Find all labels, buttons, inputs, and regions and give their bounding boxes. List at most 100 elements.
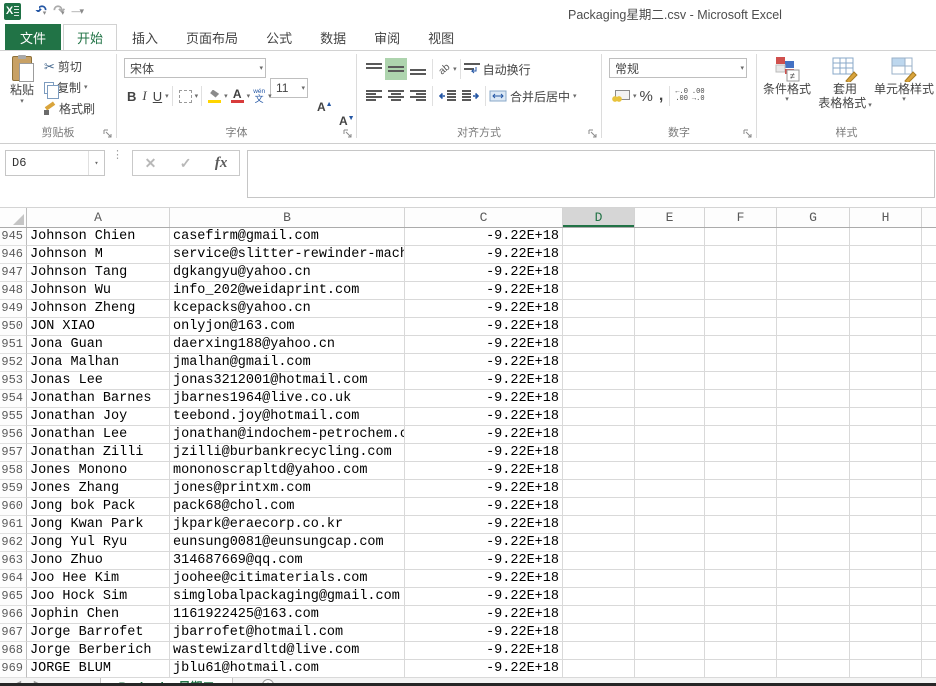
cell-H963[interactable] xyxy=(850,552,922,570)
decrease-decimal-button[interactable]: .00→.0 xyxy=(690,89,707,104)
cell-B959[interactable]: jones@printxm.com xyxy=(170,480,405,498)
cell-D962[interactable] xyxy=(563,534,635,552)
cell-E957[interactable] xyxy=(635,444,705,462)
merge-center-button[interactable]: 合并后居中 ▾ xyxy=(489,86,577,107)
cell-E963[interactable] xyxy=(635,552,705,570)
cell-C968[interactable]: -9.22E+18 xyxy=(405,642,563,660)
cell-B946[interactable]: service@slitter-rewinder-mach xyxy=(170,246,405,264)
cell-E952[interactable] xyxy=(635,354,705,372)
cell-C946[interactable]: -9.22E+18 xyxy=(405,246,563,264)
cell-D965[interactable] xyxy=(563,588,635,606)
cell-C952[interactable]: -9.22E+18 xyxy=(405,354,563,372)
cell-C951[interactable]: -9.22E+18 xyxy=(405,336,563,354)
column-header-F[interactable]: F xyxy=(705,208,777,227)
cell-D963[interactable] xyxy=(563,552,635,570)
cell-F945[interactable] xyxy=(705,228,777,246)
cell-E966[interactable] xyxy=(635,606,705,624)
cell-B966[interactable]: 1161922425@163.com xyxy=(170,606,405,624)
cell-H951[interactable] xyxy=(850,336,922,354)
paste-button[interactable]: 粘贴 ▾ xyxy=(4,56,40,105)
font-dialog-launcher[interactable] xyxy=(343,129,353,139)
copy-button[interactable]: 复制▾ xyxy=(44,77,95,98)
cell-G952[interactable] xyxy=(777,354,850,372)
cell-F955[interactable] xyxy=(705,408,777,426)
cell-E947[interactable] xyxy=(635,264,705,282)
cell-G965[interactable] xyxy=(777,588,850,606)
cell-A959[interactable]: Jones Zhang xyxy=(27,480,170,498)
cell-E946[interactable] xyxy=(635,246,705,264)
cell-F951[interactable] xyxy=(705,336,777,354)
cell-D960[interactable] xyxy=(563,498,635,516)
cell-A949[interactable]: Johnson Zheng xyxy=(27,300,170,318)
enter-button[interactable]: ✓ xyxy=(180,155,192,172)
cell-B949[interactable]: kcepacks@yahoo.cn xyxy=(170,300,405,318)
cell-B951[interactable]: daerxing188@yahoo.cn xyxy=(170,336,405,354)
cell-G947[interactable] xyxy=(777,264,850,282)
cell-F958[interactable] xyxy=(705,462,777,480)
cell-F964[interactable] xyxy=(705,570,777,588)
cell-G959[interactable] xyxy=(777,480,850,498)
cell-A950[interactable]: JON XIAO xyxy=(27,318,170,336)
cell-B958[interactable]: mononoscrapltd@yahoo.com xyxy=(170,462,405,480)
cell-H949[interactable] xyxy=(850,300,922,318)
cell-D948[interactable] xyxy=(563,282,635,300)
cell-A954[interactable]: Jonathan Barnes xyxy=(27,390,170,408)
decrease-indent-button[interactable] xyxy=(436,85,459,107)
cell-H966[interactable] xyxy=(850,606,922,624)
cell-B963[interactable]: 314687669@qq.com xyxy=(170,552,405,570)
cell-H948[interactable] xyxy=(850,282,922,300)
cell-G951[interactable] xyxy=(777,336,850,354)
formula-bar-splitter[interactable]: ⋮ xyxy=(112,153,123,158)
cell-B952[interactable]: jmalhan@gmail.com xyxy=(170,354,405,372)
cell-G946[interactable] xyxy=(777,246,850,264)
cell-E953[interactable] xyxy=(635,372,705,390)
cell-A962[interactable]: Jong Yul Ryu xyxy=(27,534,170,552)
cell-E962[interactable] xyxy=(635,534,705,552)
cell-B953[interactable]: jonas3212001@hotmail.com xyxy=(170,372,405,390)
row-header-948[interactable]: 948 xyxy=(0,282,27,300)
row-header-956[interactable]: 956 xyxy=(0,426,27,444)
row-header-947[interactable]: 947 xyxy=(0,264,27,282)
cell-D946[interactable] xyxy=(563,246,635,264)
cell-F968[interactable] xyxy=(705,642,777,660)
cell-G950[interactable] xyxy=(777,318,850,336)
cell-D952[interactable] xyxy=(563,354,635,372)
row-header-945[interactable]: 945 xyxy=(0,228,27,246)
cell-C945[interactable]: -9.22E+18 xyxy=(405,228,563,246)
cell-E958[interactable] xyxy=(635,462,705,480)
alignment-dialog-launcher[interactable] xyxy=(588,129,598,139)
tab-review[interactable]: 审阅 xyxy=(361,24,413,50)
cell-B955[interactable]: teebond.joy@hotmail.com xyxy=(170,408,405,426)
cell-F954[interactable] xyxy=(705,390,777,408)
cell-F950[interactable] xyxy=(705,318,777,336)
row-header-957[interactable]: 957 xyxy=(0,444,27,462)
cell-A951[interactable]: Jona Guan xyxy=(27,336,170,354)
cell-F952[interactable] xyxy=(705,354,777,372)
column-header-D[interactable]: D xyxy=(563,208,635,227)
column-header-B[interactable]: B xyxy=(170,208,405,227)
cell-G963[interactable] xyxy=(777,552,850,570)
cell-C967[interactable]: -9.22E+18 xyxy=(405,624,563,642)
tab-data[interactable]: 数据 xyxy=(307,24,359,50)
column-header-A[interactable]: A xyxy=(27,208,170,227)
cell-E959[interactable] xyxy=(635,480,705,498)
cell-B945[interactable]: casefirm@gmail.com xyxy=(170,228,405,246)
cell-C955[interactable]: -9.22E+18 xyxy=(405,408,563,426)
cell-G945[interactable] xyxy=(777,228,850,246)
cell-A968[interactable]: Jorge Berberich xyxy=(27,642,170,660)
cell-H964[interactable] xyxy=(850,570,922,588)
cell-A952[interactable]: Jona Malhan xyxy=(27,354,170,372)
cell-C963[interactable]: -9.22E+18 xyxy=(405,552,563,570)
cell-F956[interactable] xyxy=(705,426,777,444)
tab-formulas[interactable]: 公式 xyxy=(253,24,305,50)
align-top-button[interactable] xyxy=(363,58,385,80)
row-header-964[interactable]: 964 xyxy=(0,570,27,588)
cell-A957[interactable]: Jonathan Zilli xyxy=(27,444,170,462)
cell-G968[interactable] xyxy=(777,642,850,660)
cell-D950[interactable] xyxy=(563,318,635,336)
cell-C957[interactable]: -9.22E+18 xyxy=(405,444,563,462)
cell-F946[interactable] xyxy=(705,246,777,264)
cell-D949[interactable] xyxy=(563,300,635,318)
row-header-969[interactable]: 969 xyxy=(0,660,27,678)
cell-A948[interactable]: Johnson Wu xyxy=(27,282,170,300)
